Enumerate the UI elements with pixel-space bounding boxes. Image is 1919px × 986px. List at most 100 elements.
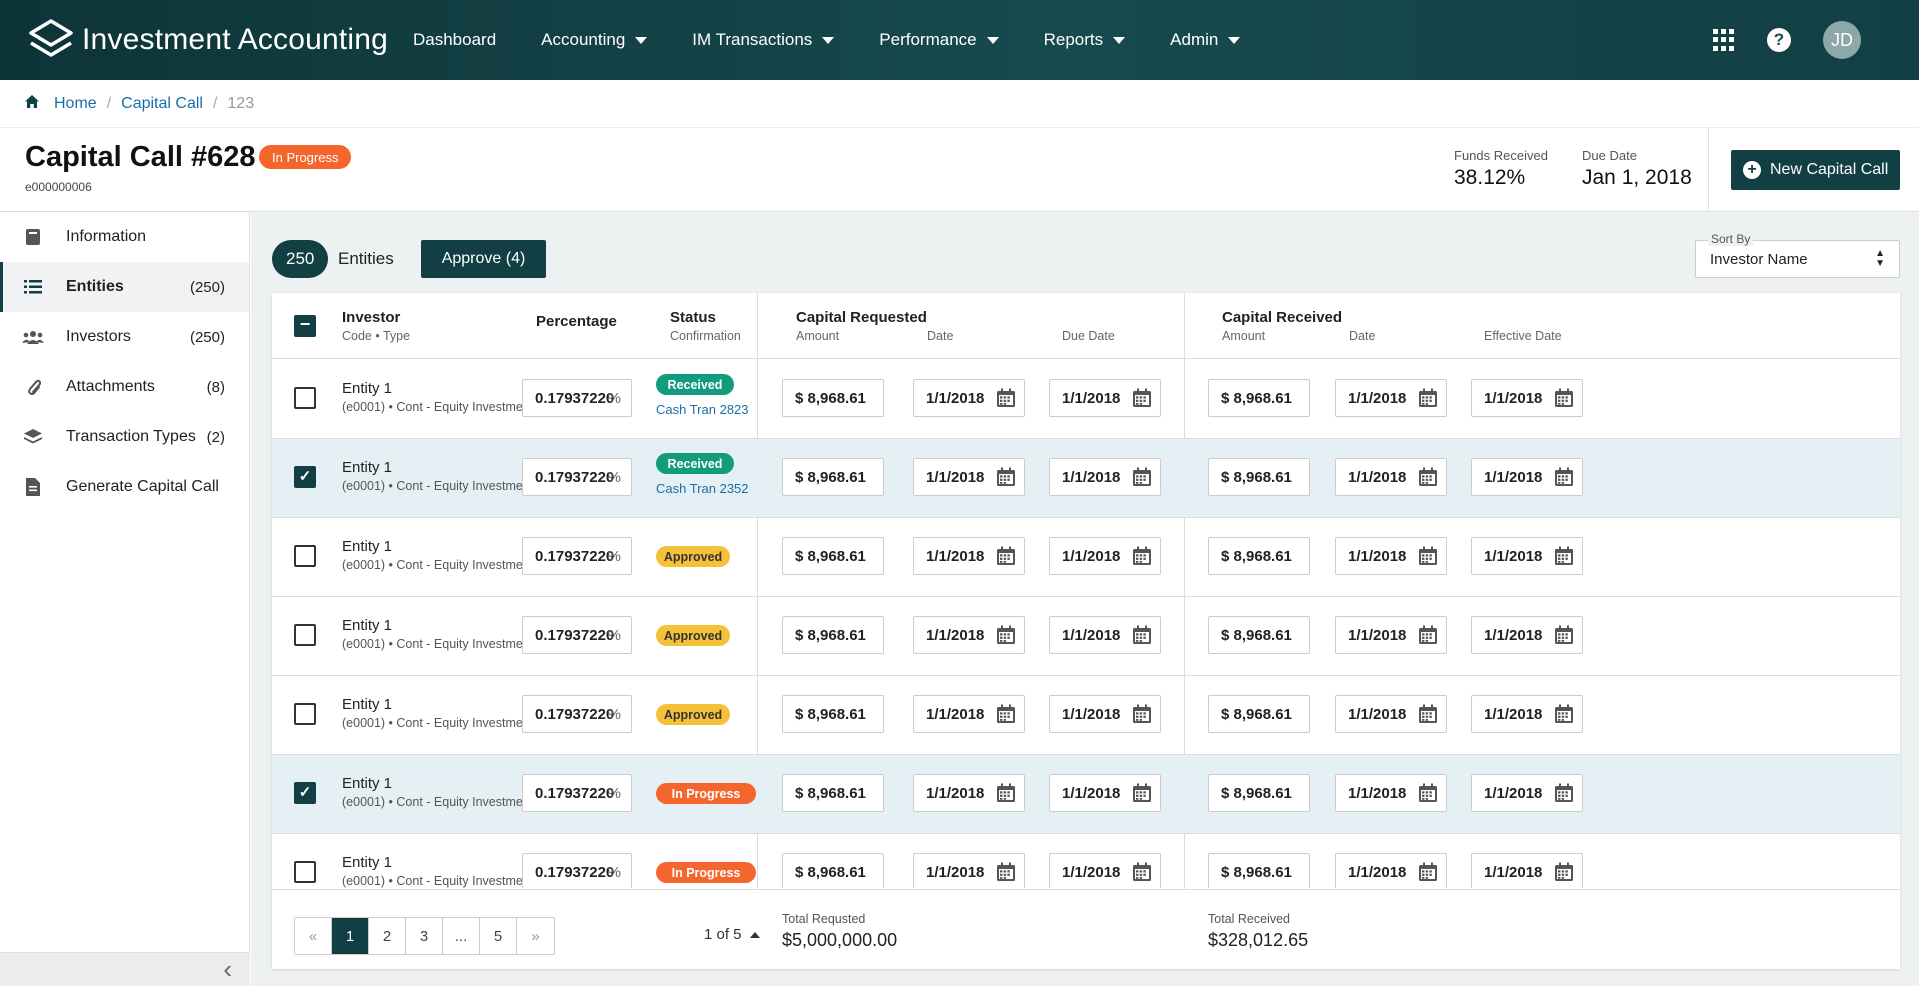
requested-amount-input[interactable]: $ 8,968.61 [782, 853, 884, 888]
help-icon[interactable]: ? [1767, 28, 1791, 52]
percentage-input[interactable]: 0.17937220% [522, 774, 632, 812]
percentage-input[interactable]: 0.17937220% [522, 695, 632, 733]
row-checkbox[interactable] [294, 624, 316, 646]
breadcrumb-home-link[interactable]: Home [54, 95, 97, 113]
percentage-input[interactable]: 0.17937220% [522, 616, 632, 654]
nav-dashboard[interactable]: Dashboard [413, 0, 496, 80]
calendar-icon[interactable] [996, 467, 1016, 491]
sidebar-item-investors[interactable]: Investors (250) [0, 312, 249, 362]
select-all-checkbox[interactable]: − [294, 315, 316, 337]
requested-due-date-input[interactable]: 1/1/2018 [1049, 458, 1161, 496]
calendar-icon[interactable] [1554, 625, 1574, 649]
calendar-icon[interactable] [1554, 388, 1574, 412]
calendar-icon[interactable] [1418, 546, 1438, 570]
table-row[interactable]: Entity 1 (e0001) • Cont - Equity Investme… [272, 597, 1900, 676]
requested-amount-input[interactable]: $ 8,968.61 [782, 379, 884, 417]
calendar-icon[interactable] [996, 704, 1016, 728]
nav-admin[interactable]: Admin [1170, 0, 1241, 80]
calendar-icon[interactable] [1418, 388, 1438, 412]
requested-date-input[interactable]: 1/1/2018 [913, 616, 1025, 654]
sidebar-item-transaction-types[interactable]: Transaction Types (2) [0, 412, 249, 462]
received-amount-input[interactable]: $ 8,968.61 [1208, 537, 1310, 575]
received-date-input[interactable]: 1/1/2018 [1335, 537, 1447, 575]
requested-due-date-header[interactable]: Due Date [1062, 329, 1115, 343]
requested-date-input[interactable]: 1/1/2018 [913, 379, 1025, 417]
page-button-3[interactable]: 3 [406, 918, 443, 954]
percentage-input[interactable]: 0.17937220% [522, 853, 632, 888]
page-button-2[interactable]: 2 [369, 918, 406, 954]
sort-by-select[interactable]: Sort By Investor Name ▲ ▼ [1695, 232, 1900, 278]
requested-amount-input[interactable]: $ 8,968.61 [782, 458, 884, 496]
requested-amount-input[interactable]: $ 8,968.61 [782, 616, 884, 654]
approve-button[interactable]: Approve (4) [421, 240, 546, 278]
received-date-input[interactable]: 1/1/2018 [1335, 458, 1447, 496]
calendar-icon[interactable] [1418, 862, 1438, 886]
effective-date-input[interactable]: 1/1/2018 [1471, 774, 1583, 812]
investor-column-header[interactable]: Investor [342, 309, 400, 326]
calendar-icon[interactable] [1418, 783, 1438, 807]
calendar-icon[interactable] [996, 862, 1016, 886]
requested-date-input[interactable]: 1/1/2018 [913, 774, 1025, 812]
calendar-icon[interactable] [1418, 467, 1438, 491]
first-page-button[interactable]: « [295, 918, 332, 954]
requested-amount-input[interactable]: $ 8,968.61 [782, 695, 884, 733]
requested-due-date-input[interactable]: 1/1/2018 [1049, 379, 1161, 417]
requested-due-date-input[interactable]: 1/1/2018 [1049, 616, 1161, 654]
calendar-icon[interactable] [1132, 862, 1152, 886]
row-checkbox[interactable] [294, 545, 316, 567]
page-of-selector[interactable]: 1 of 5 [704, 926, 760, 943]
calendar-icon[interactable] [1132, 704, 1152, 728]
calendar-icon[interactable] [1554, 546, 1574, 570]
nav-accounting[interactable]: Accounting [541, 0, 648, 80]
calendar-icon[interactable] [1132, 783, 1152, 807]
table-row[interactable]: Entity 1 (e0001) • Cont - Equity Investme… [272, 360, 1900, 439]
sidebar-item-entities[interactable]: Entities (250) [0, 262, 249, 312]
received-amount-input[interactable]: $ 8,968.61 [1208, 774, 1310, 812]
row-checkbox[interactable]: ✓ [294, 782, 316, 804]
percentage-column-header[interactable]: Percentage [536, 313, 617, 330]
requested-date-input[interactable]: 1/1/2018 [913, 458, 1025, 496]
calendar-icon[interactable] [996, 783, 1016, 807]
app-logo[interactable]: Investment Accounting [28, 16, 413, 64]
sidebar-item-attachments[interactable]: Attachments (8) [0, 362, 249, 412]
table-row[interactable]: ✓ Entity 1 (e0001) • Cont - Equity Investm… [272, 439, 1900, 518]
received-date-input[interactable]: 1/1/2018 [1335, 853, 1447, 888]
apps-grid-icon[interactable] [1713, 29, 1735, 51]
table-row[interactable]: ✓ Entity 1 (e0001) • Cont - Equity Investm… [272, 755, 1900, 834]
received-amount-input[interactable]: $ 8,968.61 [1208, 379, 1310, 417]
received-amount-input[interactable]: $ 8,968.61 [1208, 853, 1310, 888]
received-amount-input[interactable]: $ 8,968.61 [1208, 458, 1310, 496]
calendar-icon[interactable] [1132, 546, 1152, 570]
breadcrumb-capital-call-link[interactable]: Capital Call [121, 95, 203, 113]
table-row[interactable]: Entity 1 (e0001) • Cont - Equity Investme… [272, 676, 1900, 755]
effective-date-input[interactable]: 1/1/2018 [1471, 695, 1583, 733]
calendar-icon[interactable] [996, 546, 1016, 570]
requested-date-header[interactable]: Date [927, 329, 953, 343]
new-capital-call-button[interactable]: + New Capital Call [1731, 150, 1900, 190]
effective-date-input[interactable]: 1/1/2018 [1471, 458, 1583, 496]
calendar-icon[interactable] [1132, 625, 1152, 649]
confirmation-link[interactable]: Cash Tran 2823 [656, 402, 749, 417]
received-date-input[interactable]: 1/1/2018 [1335, 774, 1447, 812]
requested-date-input[interactable]: 1/1/2018 [913, 695, 1025, 733]
calendar-icon[interactable] [1554, 704, 1574, 728]
requested-date-input[interactable]: 1/1/2018 [913, 853, 1025, 888]
confirmation-link[interactable]: Cash Tran 2352 [656, 481, 749, 496]
requested-amount-header[interactable]: Amount [796, 329, 839, 343]
requested-due-date-input[interactable]: 1/1/2018 [1049, 695, 1161, 733]
last-page-button[interactable]: » [517, 918, 554, 954]
nav-reports[interactable]: Reports [1044, 0, 1126, 80]
requested-due-date-input[interactable]: 1/1/2018 [1049, 774, 1161, 812]
requested-due-date-input[interactable]: 1/1/2018 [1049, 537, 1161, 575]
user-avatar[interactable]: JD [1823, 21, 1861, 59]
received-date-input[interactable]: 1/1/2018 [1335, 616, 1447, 654]
calendar-icon[interactable] [1132, 388, 1152, 412]
received-amount-input[interactable]: $ 8,968.61 [1208, 695, 1310, 733]
effective-date-input[interactable]: 1/1/2018 [1471, 853, 1583, 888]
calendar-icon[interactable] [996, 625, 1016, 649]
effective-date-header[interactable]: Effective Date [1484, 329, 1562, 343]
home-icon[interactable] [24, 94, 40, 114]
requested-due-date-input[interactable]: 1/1/2018 [1049, 853, 1161, 888]
nav-performance[interactable]: Performance [879, 0, 999, 80]
calendar-icon[interactable] [1418, 625, 1438, 649]
